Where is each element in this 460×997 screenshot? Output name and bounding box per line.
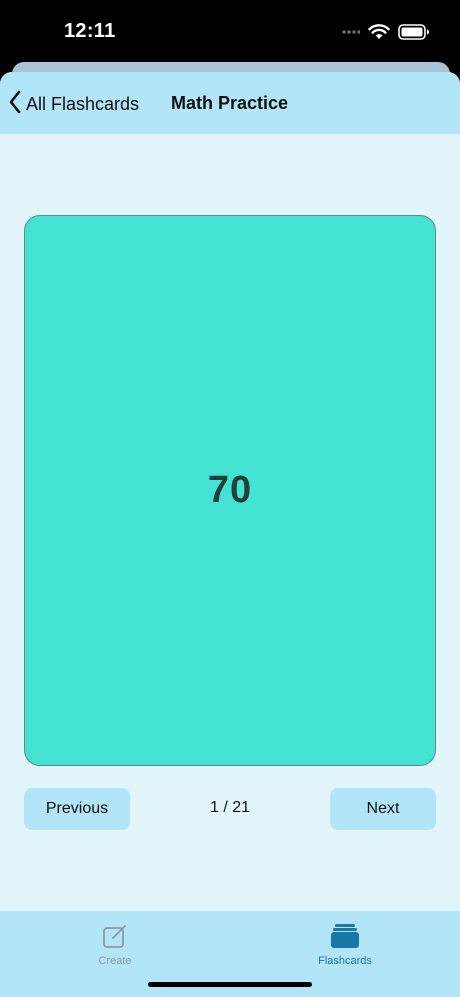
status-icons <box>342 22 430 42</box>
battery-icon <box>398 24 430 40</box>
back-label: All Flashcards <box>26 93 140 114</box>
card-stack-icon <box>331 921 359 949</box>
home-indicator <box>148 982 312 987</box>
status-time: 12:11 <box>64 20 116 42</box>
tab-create-label: Create <box>98 955 132 967</box>
page-title: Math Practice <box>171 93 289 113</box>
flashcard-sheet: All Flashcards Math Practice 70 Previous… <box>0 72 460 997</box>
tab-flashcards[interactable]: Flashcards <box>285 921 405 967</box>
flashcard-text: 70 <box>207 469 253 511</box>
back-button[interactable]: All Flashcards <box>8 90 139 118</box>
chevron-left-icon <box>8 90 22 119</box>
tab-create[interactable]: Create <box>55 921 175 967</box>
previous-button[interactable]: Previous <box>24 788 130 830</box>
tab-flashcards-label: Flashcards <box>318 955 372 967</box>
compose-icon <box>102 921 128 949</box>
next-button[interactable]: Next <box>330 788 436 830</box>
status-bar: 12:11 <box>0 0 460 66</box>
wifi-icon <box>368 24 390 40</box>
nav-bar: All Flashcards Math Practice <box>0 72 460 134</box>
signal-icon <box>342 27 360 37</box>
page-counter: 1 / 21 <box>209 799 251 816</box>
flashcard[interactable]: 70 <box>24 215 436 766</box>
